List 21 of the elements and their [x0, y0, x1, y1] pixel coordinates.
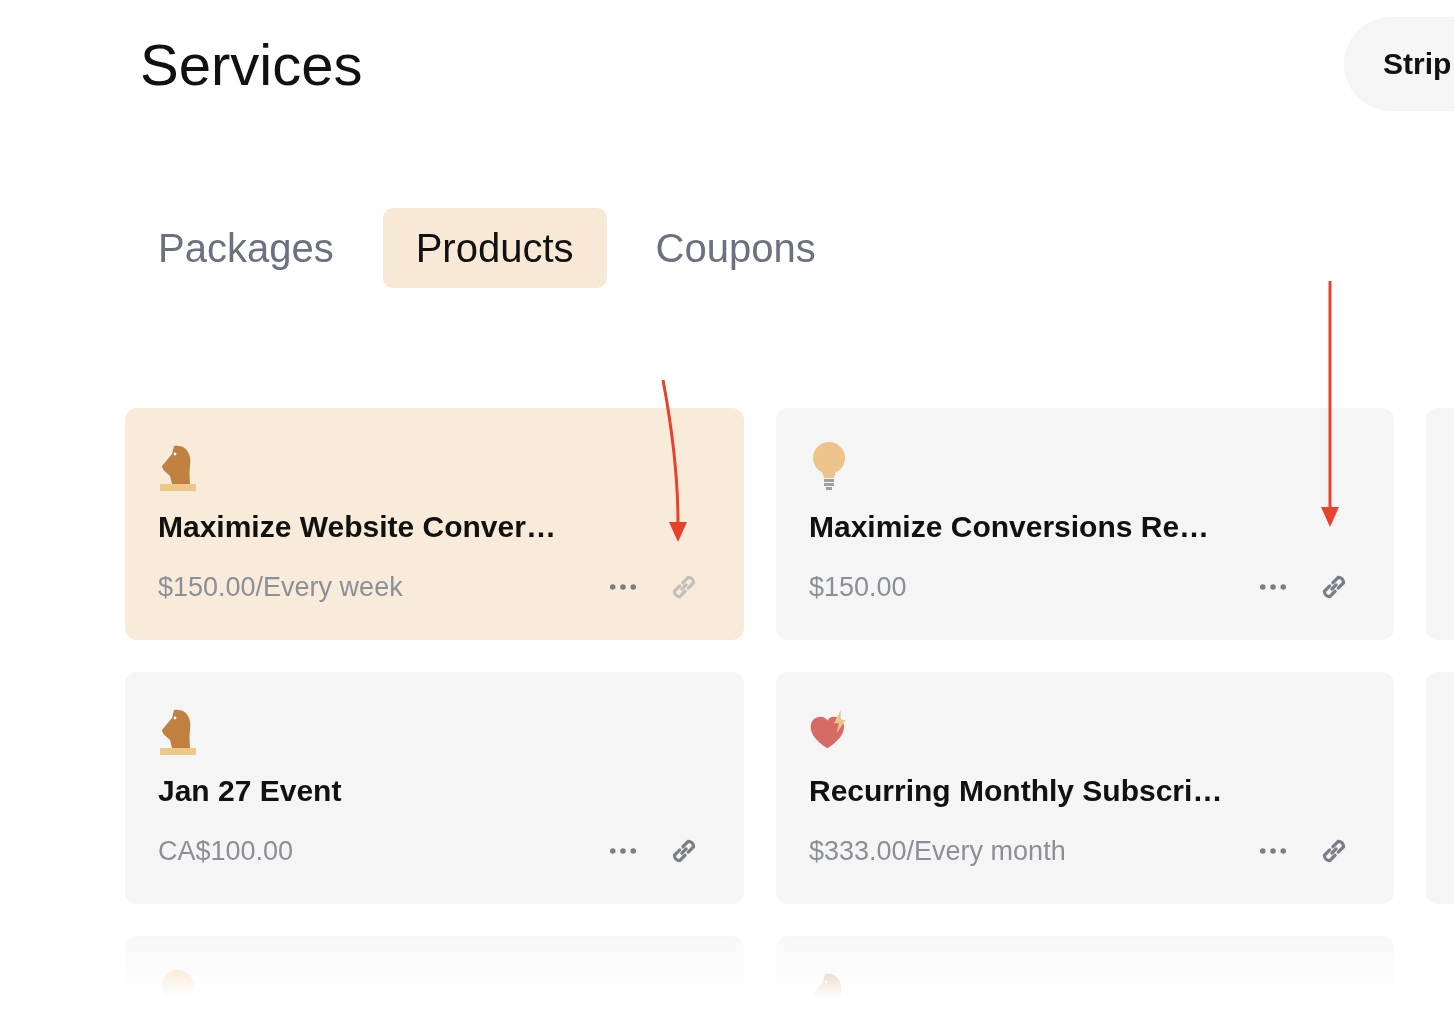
more-icon[interactable]: [1259, 583, 1287, 591]
product-title: Jan 27 Event: [158, 774, 343, 808]
product-title: Recurring Monthly Subscri…: [809, 774, 1224, 808]
product-title: Maximize Website Conver…: [158, 510, 557, 544]
more-icon[interactable]: [1259, 847, 1287, 855]
product-price: $333.00/Every month: [809, 835, 1067, 867]
product-price: $150.00/Every week: [158, 571, 404, 603]
tab[interactable]: Packages: [125, 208, 367, 288]
page-title: Services: [140, 30, 363, 98]
more-icon[interactable]: [609, 847, 637, 855]
header-button[interactable]: Strip: [1344, 17, 1454, 111]
product-title: Maximize Conversions Re…: [809, 510, 1211, 544]
tab[interactable]: Products: [382, 208, 607, 288]
more-icon[interactable]: [609, 583, 637, 591]
product-price: $150.00: [809, 571, 908, 603]
product-card[interactable]: Jan 27 Event CA$100.00: [125, 672, 744, 904]
tab[interactable]: Coupons: [622, 208, 849, 288]
product-card[interactable]: Maximize Website Conver… $150.00/Every week: [125, 408, 744, 640]
product-card[interactable]: Recurring Monthly Subscri… $333.00/Every month: [776, 672, 1394, 904]
product-price: CA$100.00: [158, 835, 295, 867]
product-card[interactable]: Maximize Conversions Re… $150.00: [776, 408, 1394, 640]
